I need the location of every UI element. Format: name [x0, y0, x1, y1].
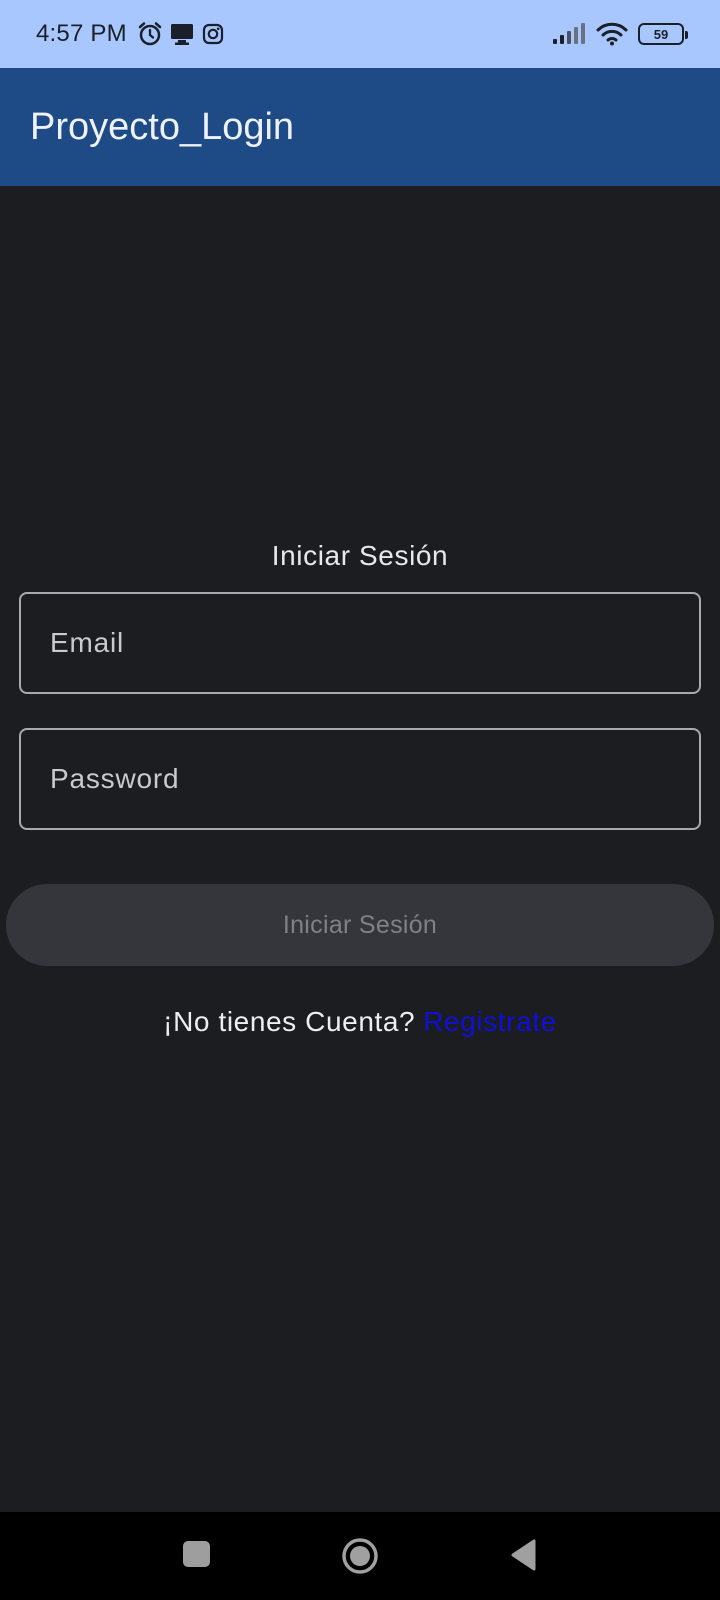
status-left: 4:57 PM [36, 20, 225, 48]
login-heading: Iniciar Sesión [271, 540, 449, 571]
home-button[interactable] [340, 1536, 380, 1576]
register-row: ¡No tienes Cuenta? Registrate [0, 1006, 720, 1038]
status-time: 4:57 PM [36, 20, 127, 47]
register-link[interactable]: Registrate [423, 1006, 557, 1037]
navigation-bar [0, 1512, 720, 1600]
back-button[interactable] [508, 1538, 538, 1572]
status-bar: 4:57 PM 59 [0, 0, 720, 68]
email-input[interactable] [50, 594, 699, 692]
instagram-icon [201, 22, 225, 46]
password-input[interactable] [50, 730, 699, 828]
app-title: Proyecto_Login [30, 105, 295, 148]
password-field[interactable] [19, 728, 701, 830]
recents-icon [182, 1541, 210, 1567]
signal-icon [552, 23, 586, 45]
alarm-icon [137, 21, 163, 47]
login-screen: 4:57 PM 59 Proyecto_Login Iniciar Sesión… [0, 0, 720, 1600]
home-icon [342, 1538, 378, 1574]
wifi-icon [596, 22, 628, 46]
login-button[interactable]: Iniciar Sesión [6, 884, 714, 966]
status-right: 59 [552, 22, 688, 46]
email-field[interactable] [19, 592, 701, 694]
monitor-icon [169, 21, 195, 47]
back-icon [511, 1539, 536, 1571]
battery-icon: 59 [638, 23, 688, 45]
recents-button[interactable] [182, 1540, 210, 1568]
app-bar: Proyecto_Login [0, 68, 720, 186]
no-account-text: ¡No tienes Cuenta? [163, 1006, 416, 1037]
